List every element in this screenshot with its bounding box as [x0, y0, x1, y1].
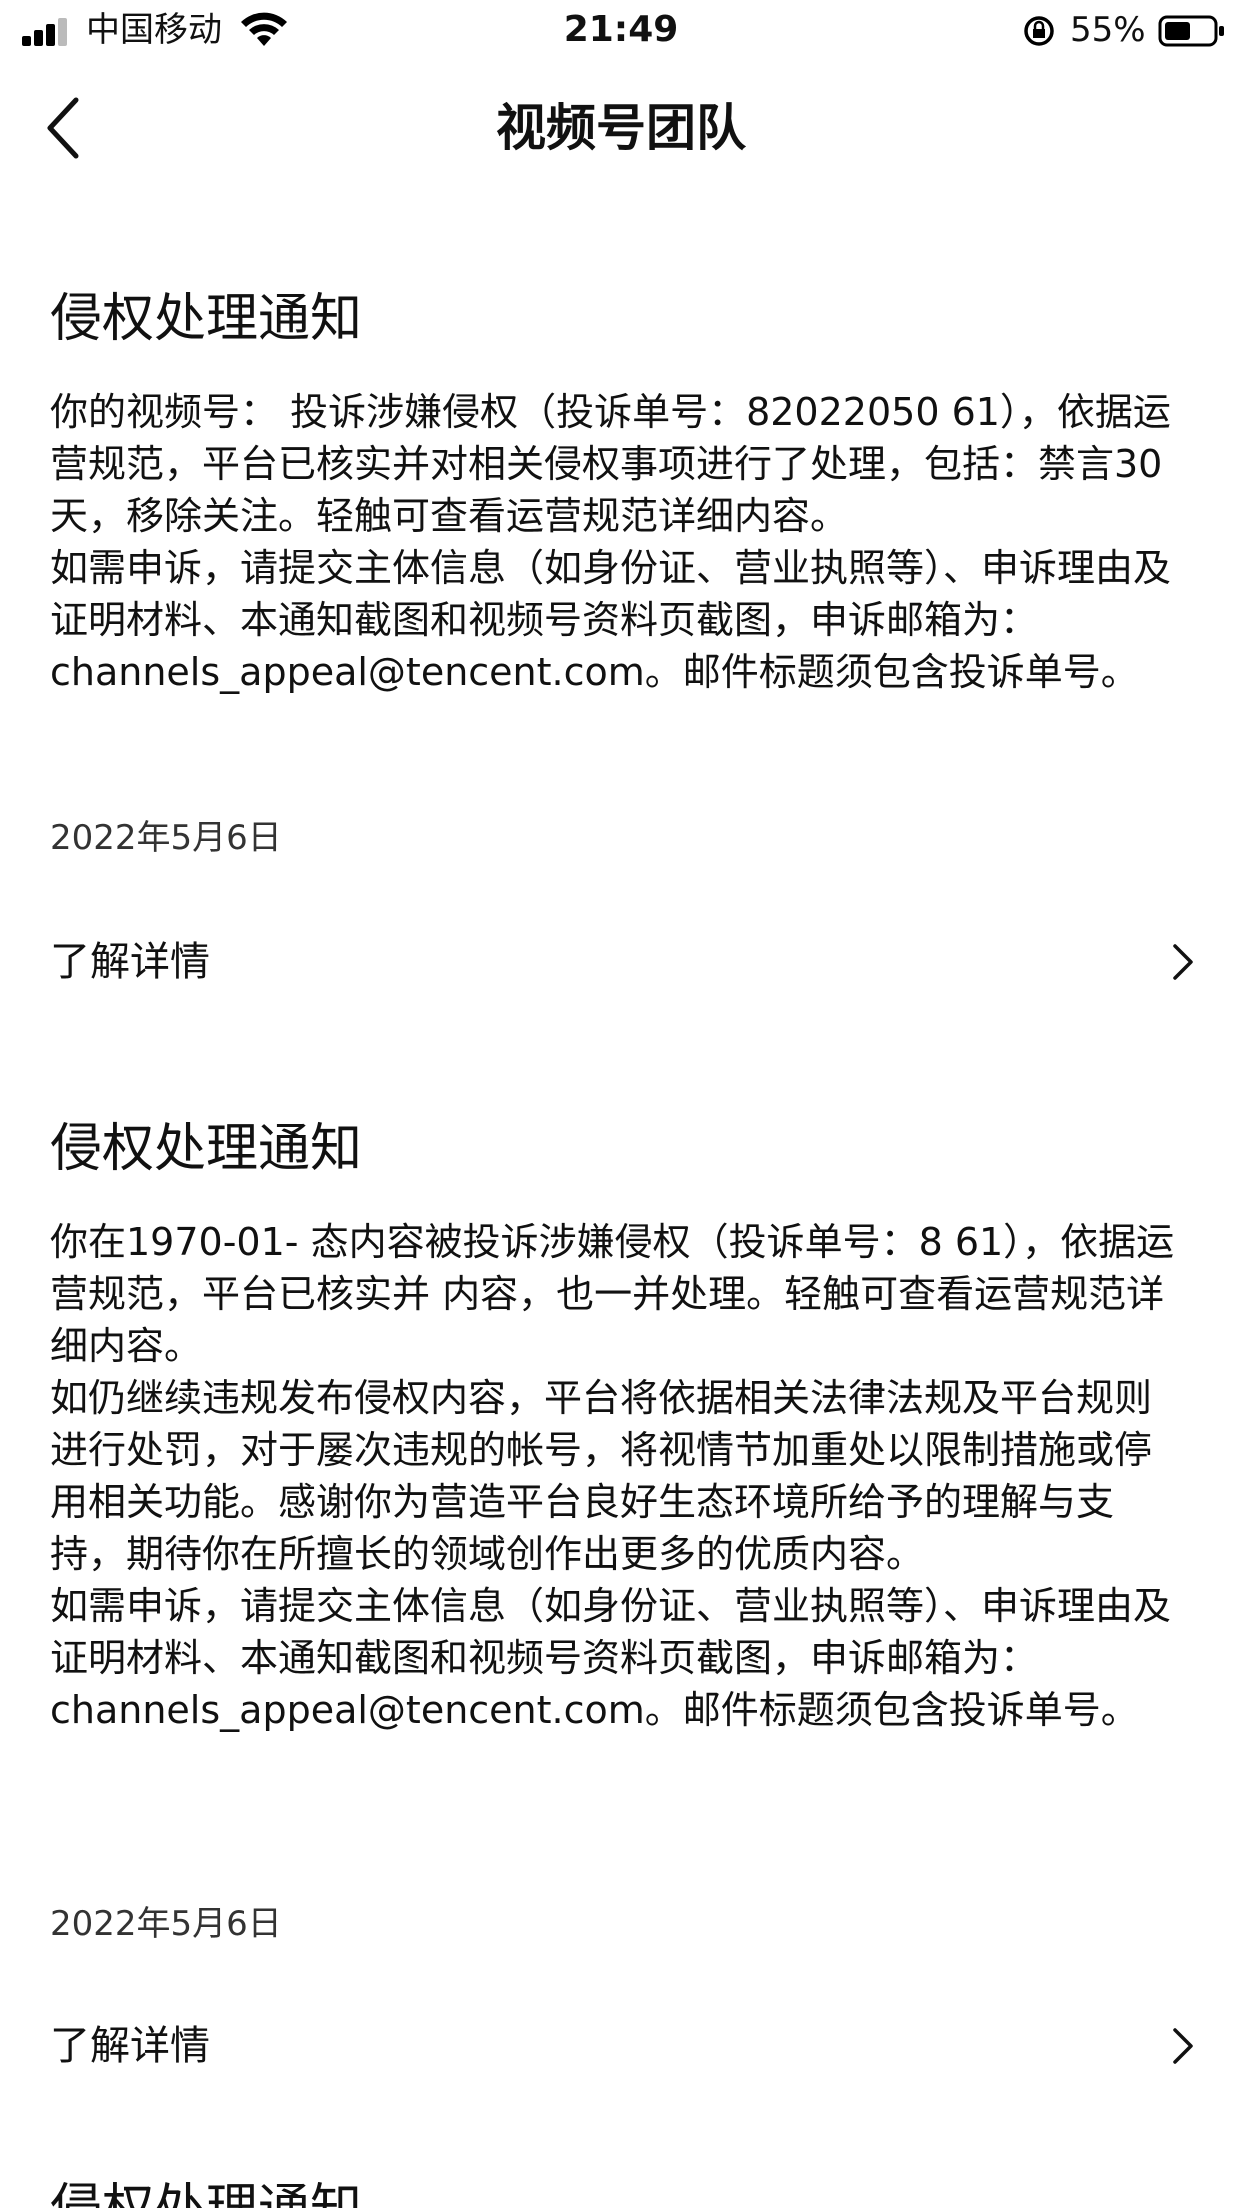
notice-title: 侵权处理通知 — [50, 1119, 363, 1179]
notice-card: 侵权处理通知 你在1970-01- 态内容被投诉涉嫌侵权（投诉单号：8 61），… — [0, 1116, 1242, 2136]
nav-bar: 视频号团队 — [0, 66, 1242, 192]
learn-more-row[interactable]: 了解详情 — [0, 916, 1242, 1006]
notice-date: 2022年5月6日 — [50, 1904, 282, 1944]
notice-title: 侵权处理通知 — [50, 289, 363, 349]
notice-paragraph: 如需申诉，请提交主体信息（如身份证、营业执照等）、申诉理由及证明材料、本通知截图… — [50, 1584, 1172, 1732]
notice-body: 你的视频号： 投诉涉嫌侵权（投诉单号：82022050 61），依据运营规范，平… — [50, 386, 1180, 698]
chevron-right-icon — [1173, 944, 1193, 980]
learn-more-label: 了解详情 — [50, 2023, 210, 2069]
rotation-lock-icon — [1024, 16, 1054, 46]
notice-paragraph: 如仍继续违规发布侵权内容，平台将依据相关法律法规及平台规则进行处罚，对于屡次违规… — [50, 1376, 1153, 1576]
battery-percent: 55% — [1070, 10, 1146, 50]
notice-title-partial: 侵权处理通知 — [50, 2182, 650, 2208]
notice-paragraph: 如需申诉，请提交主体信息（如身份证、营业执照等）、申诉理由及证明材料、本通知截图… — [50, 546, 1172, 694]
notice-date: 2022年5月6日 — [50, 818, 282, 858]
notice-paragraph: 你的视频号： 投诉涉嫌侵权（投诉单号：82022050 61），依据运营规范，平… — [50, 390, 1171, 538]
battery-icon — [1158, 15, 1224, 47]
learn-more-label: 了解详情 — [50, 939, 210, 985]
notice-title: 侵权处理通知 — [50, 2182, 650, 2208]
page-title: 视频号团队 — [496, 99, 746, 157]
learn-more-row[interactable]: 了解详情 — [0, 2000, 1242, 2090]
notice-paragraph: 你在1970-01- 态内容被投诉涉嫌侵权（投诉单号：8 61），依据运营规范，… — [50, 1220, 1175, 1368]
chevron-right-icon — [1173, 2028, 1193, 2064]
status-bar: 中国移动 21:49 55% — [0, 0, 1242, 66]
notice-body: 你在1970-01- 态内容被投诉涉嫌侵权（投诉单号：8 61），依据运营规范，… — [50, 1216, 1180, 1736]
notice-card: 侵权处理通知 你的视频号： 投诉涉嫌侵权（投诉单号：82022050 61），依… — [0, 286, 1242, 1046]
